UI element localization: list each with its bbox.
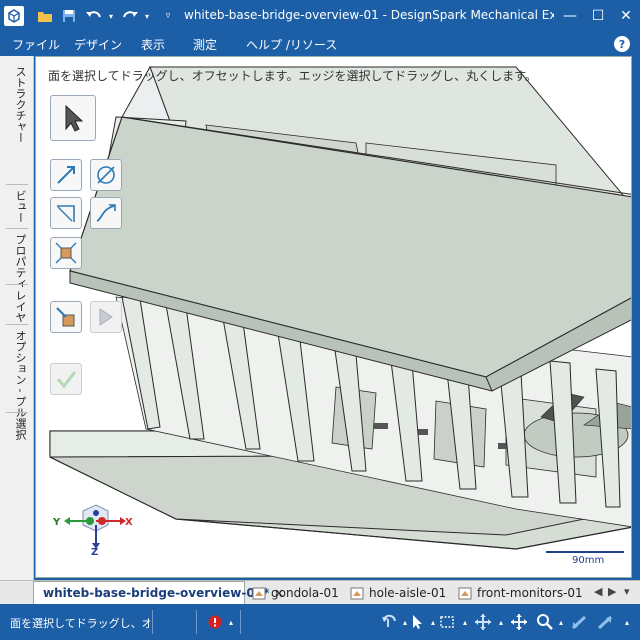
undo-icon[interactable]	[84, 6, 104, 26]
bridge-model[interactable]	[36, 57, 632, 578]
scale-bar-line	[546, 551, 624, 553]
open-folder-icon[interactable]	[36, 6, 54, 26]
axis-y-label: Y	[53, 517, 61, 528]
fill-icon	[57, 205, 75, 222]
tab-options-pull[interactable]: オプション - プル	[8, 330, 28, 418]
3d-viewport[interactable]: 面を選択してドラッグし、オフセットします。エッジを選択してドラッグし、丸くします…	[35, 56, 632, 578]
error-dropdown-icon[interactable]: ▴	[222, 613, 240, 631]
maximize-button[interactable]: ☐	[584, 0, 612, 32]
save-icon[interactable]	[60, 6, 78, 26]
help-icon[interactable]: ?	[614, 36, 630, 52]
move-icon	[97, 166, 115, 184]
checkmark-icon	[56, 371, 77, 389]
complete-tool-button[interactable]	[50, 363, 82, 395]
status-separator	[240, 610, 241, 634]
combine-icon	[55, 242, 77, 264]
cursor-arrow-icon	[65, 104, 84, 132]
tab-list-icon[interactable]: ▾	[624, 585, 630, 598]
side-panel-tabs: ストラクチャー ビュー プロパティ レイヤ オプション - プル 選択	[0, 56, 34, 602]
tab-separator	[6, 324, 28, 325]
document-icon	[252, 587, 266, 599]
status-separator	[196, 610, 197, 634]
doc-tab[interactable]: front-monitors-01	[454, 581, 586, 604]
fill-tool-button[interactable]	[50, 197, 82, 229]
undo-dropdown-icon[interactable]: ▾	[106, 6, 116, 26]
doc-tab-active[interactable]: whiteb-base-bridge-overview-01* ×	[33, 581, 284, 604]
tab-scroll-left-icon[interactable]: ◀	[594, 585, 602, 598]
menu-design[interactable]: デザイン	[74, 36, 122, 53]
menu-measure[interactable]: 測定	[193, 36, 217, 53]
customize-icon[interactable]: ▿	[162, 6, 174, 26]
status-separator	[152, 610, 153, 634]
tab-properties[interactable]: プロパティ	[8, 234, 28, 289]
scale-bar: 90mm	[546, 547, 626, 567]
menu-help-resources[interactable]: ヘルプ /リソース	[246, 36, 337, 53]
pan-dropdown-icon[interactable]: ▴	[492, 613, 510, 631]
box-select-dropdown-icon[interactable]: ▴	[456, 613, 474, 631]
pan-icon[interactable]	[474, 613, 492, 631]
move-tool-button[interactable]	[90, 159, 122, 191]
redo-dropdown-icon[interactable]: ▾	[142, 6, 152, 26]
doc-tab[interactable]: gondola-01	[248, 581, 340, 604]
previous-view-icon[interactable]	[570, 613, 588, 631]
tab-layers[interactable]: レイヤ	[8, 290, 28, 323]
doc-tab-label: gondola-01	[271, 585, 339, 600]
play-tool-button[interactable]	[90, 301, 122, 333]
menu-file[interactable]: ファイル	[12, 36, 60, 53]
doc-tab-label: front-monitors-01	[477, 585, 583, 600]
move-view-icon[interactable]	[510, 613, 528, 631]
status-text: 面を選択してドラッグし、オ	[10, 617, 150, 630]
tab-structure[interactable]: ストラクチャー	[8, 66, 28, 143]
document-icon	[350, 587, 364, 599]
pull-arrow-icon	[57, 166, 75, 184]
tab-separator	[6, 412, 28, 413]
pull-face-tool-button[interactable]	[50, 301, 82, 333]
tab-separator	[6, 284, 28, 285]
title-bar: ▾ ▾ ▿ whiteb-base-bridge-overview-01 - D…	[0, 0, 640, 32]
play-icon	[99, 308, 113, 326]
tab-selection[interactable]: 選択	[8, 418, 28, 440]
select-tool-button[interactable]	[50, 95, 96, 141]
tool-hint: 面を選択してドラッグし、オフセットします。エッジを選択してドラッグし、丸くします…	[48, 69, 537, 83]
pull-tool-button[interactable]	[50, 159, 82, 191]
document-icon	[458, 587, 472, 599]
scale-label: 90mm	[572, 555, 605, 566]
blend-icon	[96, 204, 116, 222]
zoom-dropdown-icon[interactable]: ▴	[552, 613, 570, 631]
combine-tool-button[interactable]	[50, 237, 82, 269]
blend-tool-button[interactable]	[90, 197, 122, 229]
redo-icon[interactable]	[120, 6, 140, 26]
axis-x-label: X	[125, 517, 133, 528]
pull-face-icon	[56, 307, 75, 327]
doc-tab[interactable]: hole-aisle-01	[346, 581, 450, 604]
box-select-icon[interactable]	[438, 613, 456, 631]
tab-view[interactable]: ビュー	[8, 190, 28, 223]
doc-tab-label: hole-aisle-01	[369, 585, 447, 600]
window-title: whiteb-base-bridge-overview-01 - DesignS…	[184, 8, 554, 22]
view-dropdown-icon[interactable]: ▴	[618, 613, 636, 631]
doc-tab-label: whiteb-base-bridge-overview-01*	[43, 586, 270, 600]
tab-scroll-right-icon[interactable]: ▶	[608, 585, 616, 598]
app-logo-icon[interactable]	[4, 6, 24, 26]
axis-z-label: Z	[91, 547, 99, 558]
application-window: ▾ ▾ ▿ whiteb-base-bridge-overview-01 - D…	[0, 0, 640, 640]
document-tabs: whiteb-base-bridge-overview-01* × gondol…	[0, 580, 640, 604]
close-button[interactable]: ✕	[612, 0, 640, 32]
menu-view[interactable]: 表示	[141, 36, 165, 53]
minimize-button[interactable]: —	[556, 0, 584, 32]
menu-bar: ファイル デザイン 表示 測定 ヘルプ /リソース ?	[0, 32, 640, 56]
next-view-icon[interactable]	[596, 613, 614, 631]
tab-separator	[6, 184, 28, 185]
status-bar: 面を選択してドラッグし、オ ▴ ▴ ▴ ▴ ▴ ▴ ▴	[0, 604, 640, 640]
tab-separator	[6, 228, 28, 229]
